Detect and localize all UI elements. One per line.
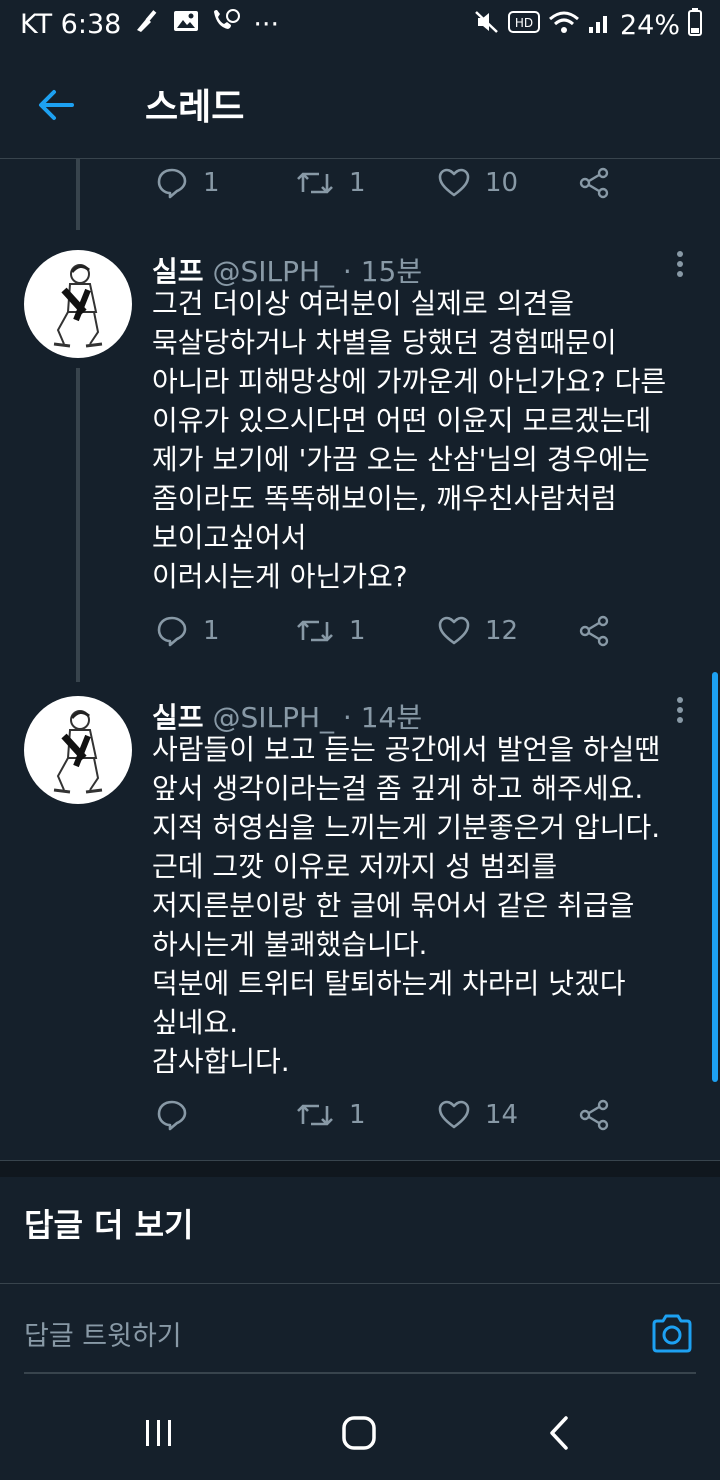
battery-icon bbox=[688, 8, 702, 43]
heart-icon bbox=[437, 614, 471, 648]
retweet-icon bbox=[295, 1098, 335, 1132]
signal-icon bbox=[588, 9, 612, 42]
battery-percent: 24% bbox=[619, 10, 680, 41]
cleaner-icon bbox=[133, 8, 161, 41]
like-count: 10 bbox=[485, 168, 519, 198]
reply-button[interactable]: 1 bbox=[155, 614, 220, 648]
page-title: 스레드 bbox=[145, 87, 245, 128]
recent-apps-icon[interactable] bbox=[134, 1408, 184, 1458]
heart-icon bbox=[437, 1098, 471, 1132]
share-icon bbox=[577, 166, 611, 200]
like-button[interactable]: 10 bbox=[437, 166, 518, 200]
divider bbox=[0, 1283, 720, 1284]
whowho-icon bbox=[211, 8, 241, 41]
share-button[interactable] bbox=[577, 614, 611, 648]
share-icon bbox=[577, 614, 611, 648]
retweet-icon bbox=[295, 166, 335, 200]
like-button[interactable]: 12 bbox=[437, 614, 518, 648]
more-options-icon[interactable] bbox=[668, 246, 692, 286]
system-navigation-bar bbox=[0, 1384, 720, 1480]
back-nav-icon[interactable] bbox=[536, 1408, 586, 1458]
carrier-time: KT 6:38 bbox=[20, 9, 122, 40]
retweet-button[interactable]: 1 bbox=[295, 1098, 366, 1132]
reply-icon bbox=[155, 614, 189, 648]
avatar[interactable] bbox=[24, 250, 132, 358]
reply-input-underline bbox=[24, 1372, 696, 1374]
more-replies-heading[interactable]: 답글 더 보기 bbox=[24, 1200, 193, 1246]
tweet-actions: 1 1 12 bbox=[155, 614, 635, 658]
section-divider bbox=[0, 1160, 720, 1177]
retweet-icon bbox=[295, 614, 335, 648]
retweet-count: 1 bbox=[349, 1100, 366, 1130]
retweet-count: 1 bbox=[349, 168, 366, 198]
back-arrow-icon[interactable] bbox=[36, 84, 78, 126]
avatar[interactable] bbox=[24, 696, 132, 804]
retweet-count: 1 bbox=[349, 616, 366, 646]
share-button[interactable] bbox=[577, 1098, 611, 1132]
status-bar: KT 6:38 ··· HD 24% bbox=[0, 0, 720, 48]
more-options-icon[interactable] bbox=[668, 692, 692, 732]
like-count: 14 bbox=[485, 1100, 519, 1130]
more-notifications-icon: ··· bbox=[253, 9, 280, 40]
tweet-text: 그건 더이상 여러분이 실제로 의견을 묵살당하거나 차별을 당했던 경험때문이… bbox=[152, 287, 667, 593]
thread-line bbox=[76, 158, 80, 230]
retweet-button[interactable]: 1 bbox=[295, 614, 366, 648]
share-button[interactable] bbox=[577, 166, 611, 200]
reply-button[interactable]: 1 bbox=[155, 166, 220, 200]
svg-text:HD: HD bbox=[515, 16, 533, 30]
top-app-bar: 스레드 bbox=[0, 48, 720, 159]
camera-icon[interactable] bbox=[650, 1312, 694, 1356]
tweet-actions: 1 14 bbox=[155, 1098, 635, 1142]
previous-tweet-actions: 1 1 10 bbox=[155, 166, 635, 210]
reply-count: 1 bbox=[203, 616, 220, 646]
gallery-icon bbox=[173, 9, 199, 40]
like-count: 12 bbox=[485, 616, 519, 646]
wifi-icon bbox=[548, 9, 580, 42]
scrollbar[interactable] bbox=[712, 672, 718, 1082]
retweet-button[interactable]: 1 bbox=[295, 166, 366, 200]
heart-icon bbox=[437, 166, 471, 200]
reply-icon bbox=[155, 1098, 189, 1132]
reply-button[interactable] bbox=[155, 1098, 203, 1132]
reply-icon bbox=[155, 166, 189, 200]
like-button[interactable]: 14 bbox=[437, 1098, 518, 1132]
home-icon[interactable] bbox=[334, 1408, 384, 1458]
hd-voice-icon: HD bbox=[507, 9, 540, 42]
mute-icon bbox=[474, 9, 500, 42]
reply-count: 1 bbox=[203, 168, 220, 198]
share-icon bbox=[577, 1098, 611, 1132]
thread-line bbox=[76, 368, 80, 682]
tweet-text: 사람들이 보고 듣는 공간에서 발언을 하실땐 앞서 생각이라는걸 좀 깊게 하… bbox=[152, 733, 661, 1078]
reply-input[interactable]: 답글 트윗하기 bbox=[24, 1314, 182, 1353]
